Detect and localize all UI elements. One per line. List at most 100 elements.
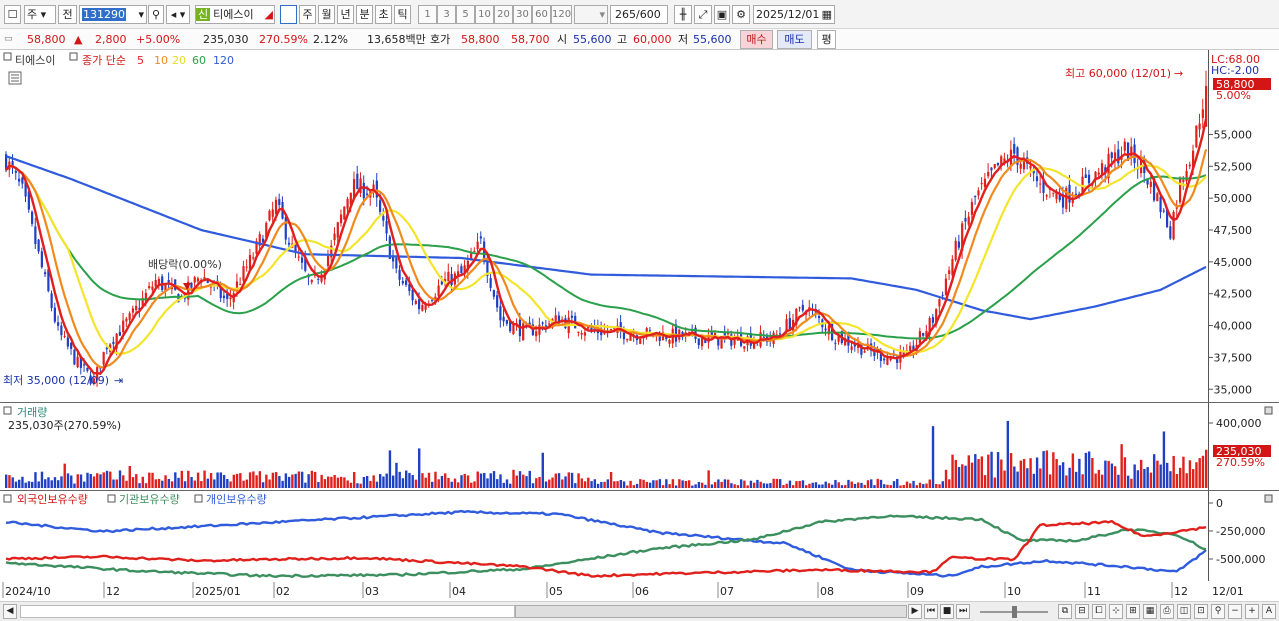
draw-tool-icon[interactable]: ⤢ xyxy=(694,5,712,24)
period-day-tab[interactable]: 일 xyxy=(280,5,297,24)
copy-icon[interactable]: ⧠ xyxy=(1092,604,1106,619)
volume-bar xyxy=(694,484,697,488)
camera-icon[interactable]: ◫ xyxy=(1177,604,1191,619)
save-icon[interactable]: ▣ xyxy=(714,5,730,24)
scroll-right-icon[interactable]: ▶ xyxy=(908,604,922,619)
candle-body xyxy=(447,271,450,282)
minute-10-button[interactable]: 10 xyxy=(475,5,494,24)
market-select[interactable]: 주 ▾ xyxy=(24,5,56,24)
calendar-icon[interactable]: ▦ xyxy=(822,6,834,23)
volume-bar xyxy=(613,481,616,488)
ma120-label[interactable]: 120 xyxy=(213,54,234,67)
scroll-thumb[interactable] xyxy=(515,605,907,618)
volume-bar xyxy=(183,481,187,488)
print-icon[interactable]: ⎙ xyxy=(1160,604,1174,619)
crosshair-icon[interactable]: ⊹ xyxy=(1109,604,1123,619)
volume-close-icon[interactable] xyxy=(1264,406,1273,415)
volume-menu-icon[interactable] xyxy=(3,406,12,415)
ma5-label[interactable]: 5 xyxy=(137,54,144,67)
compare-icon[interactable]: ⊞ xyxy=(1126,604,1140,619)
evaluate-button[interactable]: 평 xyxy=(817,30,836,49)
auto-scale-icon[interactable]: A xyxy=(1262,604,1276,619)
zoom-out-icon[interactable]: − xyxy=(1228,604,1242,619)
stop-icon[interactable]: ■ xyxy=(940,604,954,619)
zoom-slider-thumb[interactable] xyxy=(1012,606,1017,618)
zoom-search-icon[interactable]: ⚲ xyxy=(1211,604,1225,619)
buy-button[interactable]: 매수 xyxy=(740,30,773,49)
grid-icon[interactable]: ▦ xyxy=(1143,604,1157,619)
custom-period-select[interactable]: ▾ xyxy=(574,5,608,24)
minute-3-button[interactable]: 3 xyxy=(437,5,456,24)
volume-bar xyxy=(1185,473,1188,488)
holdings-menu-icon[interactable] xyxy=(3,494,12,503)
period-month-tab[interactable]: 월 xyxy=(318,5,335,24)
minute-30-button[interactable]: 30 xyxy=(513,5,532,24)
volume-bar xyxy=(831,484,834,488)
holdings-close-icon[interactable] xyxy=(1264,494,1273,503)
volume-bar xyxy=(281,480,284,488)
volume-bar xyxy=(743,480,746,488)
legend-individual[interactable]: 개인보유수량 xyxy=(206,493,267,506)
panel-menu-icon[interactable] xyxy=(3,52,12,61)
inst-menu-icon[interactable] xyxy=(107,494,116,503)
date-picker[interactable]: 2025/12/01 ▦ xyxy=(753,5,835,24)
volume-bar xyxy=(531,483,535,488)
holdings-tick-label: -500,000 xyxy=(1216,553,1265,566)
zoom-in-icon[interactable]: + xyxy=(1245,604,1259,619)
fit-icon[interactable]: ⊡ xyxy=(1194,604,1208,619)
scroll-track[interactable] xyxy=(20,605,515,618)
candle-body xyxy=(1035,176,1039,182)
candle-type-icon[interactable]: ╫ xyxy=(674,5,692,24)
minute-20-button[interactable]: 20 xyxy=(494,5,513,24)
volume-bar xyxy=(756,479,759,488)
search-icon[interactable]: ⚲ xyxy=(148,5,164,24)
bar-count-input[interactable]: 265/600 xyxy=(610,5,668,24)
high-arrow-icon: → xyxy=(1174,67,1183,80)
period-second-tab[interactable]: 초 xyxy=(375,5,392,24)
minute-60-button[interactable]: 60 xyxy=(532,5,551,24)
period-week-tab[interactable]: 주 xyxy=(299,5,316,24)
period-minute-tab[interactable]: 분 xyxy=(356,5,373,24)
legend-foreign[interactable]: 외국인보유수량 xyxy=(17,493,88,506)
go-first-icon[interactable]: ⏮ xyxy=(924,604,938,619)
ma10-label[interactable]: 10 xyxy=(154,54,168,67)
x-tick-label: 10 xyxy=(1007,585,1021,598)
volume-bar xyxy=(336,477,340,488)
volume-bar xyxy=(1035,457,1039,488)
window-menu-icon[interactable]: ☐ xyxy=(4,5,21,24)
stock-name-field[interactable]: 신 티에스이 ◢ xyxy=(195,5,275,24)
candle-body xyxy=(131,308,135,313)
quote-bar: ▭ 58,800 ▲ 2,800 +5.00% 235,030 270.59% … xyxy=(0,29,1279,50)
scroll-left-icon[interactable]: ◀ xyxy=(3,604,17,619)
speaker-icon[interactable]: ◂ ▾ xyxy=(166,5,190,24)
settings-gear-icon[interactable]: ⚙ xyxy=(732,5,750,24)
stock-code-input[interactable]: 131290 ▾ xyxy=(79,5,147,24)
volume-bar xyxy=(164,475,167,488)
volume-bar xyxy=(502,482,505,488)
legend-institution[interactable]: 기관보유수량 xyxy=(119,493,180,506)
ma20-label[interactable]: 20 xyxy=(172,54,186,67)
minute-5-button[interactable]: 5 xyxy=(456,5,475,24)
volume-bar xyxy=(1022,459,1026,488)
chart-area[interactable]: 55,000 52,500 50,000 47,500 45,000 42,500 40,0… xyxy=(0,50,1279,601)
split-icon[interactable]: ⊟ xyxy=(1075,604,1089,619)
indiv-menu-icon[interactable] xyxy=(194,494,203,503)
sell-button[interactable]: 매도 xyxy=(777,30,812,49)
candle-body xyxy=(18,178,21,182)
volume-bar xyxy=(1000,459,1003,488)
market-all-button[interactable]: 전 xyxy=(58,5,77,24)
period-tick-tab[interactable]: 틱 xyxy=(394,5,411,24)
ma60-label[interactable]: 60 xyxy=(192,54,206,67)
candle-body xyxy=(460,266,463,274)
volume-bar xyxy=(678,479,681,488)
minute-1-button[interactable]: 1 xyxy=(418,5,437,24)
minute-120-button[interactable]: 120 xyxy=(551,5,572,24)
current-price: 58,800 xyxy=(27,33,66,46)
volume-bar xyxy=(889,485,892,488)
go-last-icon[interactable]: ⏭ xyxy=(956,604,970,619)
collapse-icon[interactable]: ▭ xyxy=(4,32,14,47)
period-year-tab[interactable]: 년 xyxy=(337,5,354,24)
volume-bar xyxy=(248,472,252,488)
ma-menu-icon[interactable] xyxy=(69,52,78,61)
layout-icon[interactable]: ⧉ xyxy=(1058,604,1072,619)
